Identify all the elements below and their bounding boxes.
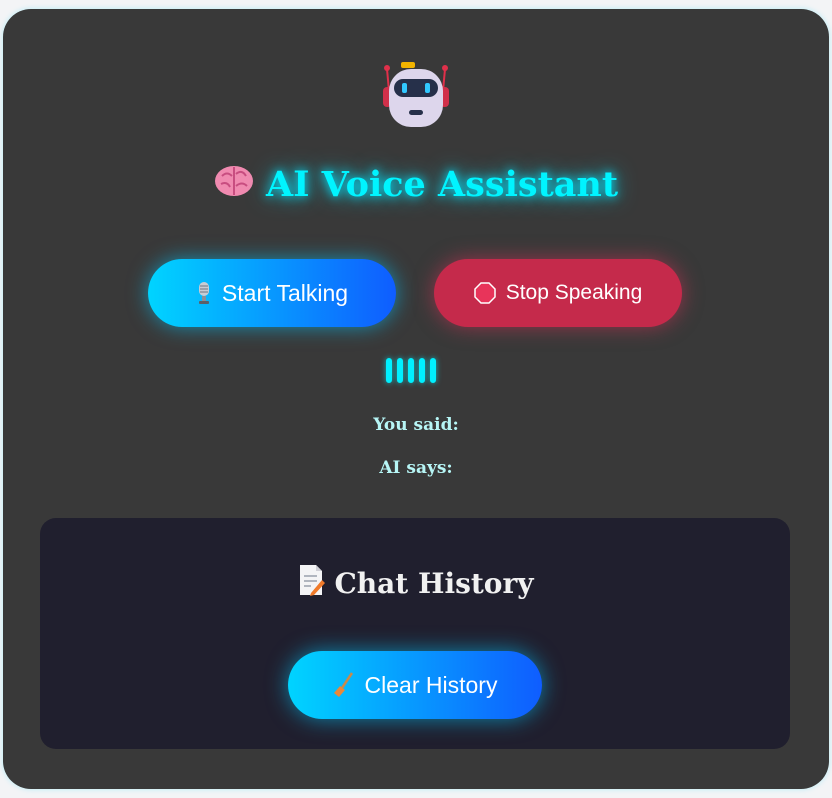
assistant-card: AI Voice Assistant Start Talking Stop Sp… bbox=[3, 9, 829, 789]
stop-speaking-button[interactable]: Stop Speaking bbox=[434, 259, 682, 327]
ai-says-label: AI says: bbox=[379, 458, 453, 478]
you-said-label: You said: bbox=[373, 415, 459, 435]
clear-history-label: Clear History bbox=[364, 671, 498, 698]
chat-history-panel: Chat History Clear History bbox=[40, 518, 790, 749]
start-talking-label: Start Talking bbox=[221, 279, 349, 306]
clear-history-button[interactable]: Clear History bbox=[288, 651, 542, 719]
stop-sign-icon bbox=[473, 282, 496, 304]
chat-history-title: Chat History bbox=[40, 564, 790, 600]
brain-icon bbox=[214, 166, 253, 196]
title-text: AI Voice Assistant bbox=[265, 164, 619, 205]
broom-icon bbox=[333, 672, 353, 697]
start-talking-button[interactable]: Start Talking bbox=[148, 259, 396, 327]
stop-speaking-label: Stop Speaking bbox=[505, 281, 643, 304]
page-title: AI Voice Assistant bbox=[3, 164, 829, 205]
chat-history-title-text: Chat History bbox=[334, 567, 534, 600]
wave-bar bbox=[419, 358, 425, 383]
wave-bar bbox=[430, 358, 436, 383]
memo-icon bbox=[299, 565, 325, 596]
wave-bar bbox=[397, 358, 403, 383]
wave-bar bbox=[408, 358, 414, 383]
robot-icon bbox=[383, 62, 449, 127]
microphone-icon bbox=[198, 282, 209, 304]
wave-bar bbox=[386, 358, 392, 383]
voice-wave-indicator bbox=[386, 358, 436, 383]
